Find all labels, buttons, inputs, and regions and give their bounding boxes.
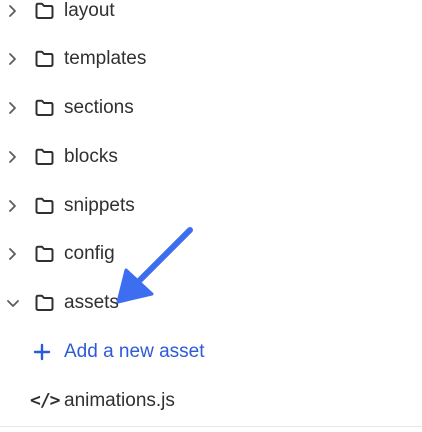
tree-item-label: blocks	[64, 146, 118, 167]
tree-item-label: config	[64, 243, 115, 264]
divider	[0, 426, 422, 427]
tree-item-sections[interactable]: sections	[0, 87, 422, 131]
file-tree: layout templates sections blocks snippet…	[0, 0, 422, 432]
tree-item-label: animations.js	[64, 390, 175, 411]
chevron-right-icon[interactable]	[6, 4, 20, 18]
tree-item-animations-js[interactable]: </> animations.js	[0, 380, 422, 424]
tree-item-templates[interactable]: templates	[0, 38, 422, 82]
tree-item-blocks[interactable]: blocks	[0, 136, 422, 180]
folder-icon	[35, 50, 54, 67]
chevron-right-icon[interactable]	[6, 52, 20, 66]
folder-icon	[35, 99, 54, 116]
folder-icon	[35, 294, 54, 311]
tree-item-label: sections	[64, 97, 134, 118]
plus-icon	[33, 343, 51, 361]
tree-item-label: snippets	[64, 195, 135, 216]
folder-icon	[35, 197, 54, 214]
chevron-right-icon[interactable]	[6, 101, 20, 115]
tree-item-label: layout	[64, 0, 115, 21]
code-file-icon: </>	[30, 390, 60, 411]
chevron-right-icon[interactable]	[6, 150, 20, 164]
chevron-right-icon[interactable]	[6, 247, 20, 261]
tree-item-assets[interactable]: assets	[0, 282, 422, 326]
tree-item-label: assets	[64, 292, 119, 313]
arrow-annotation-icon	[116, 227, 193, 304]
add-asset-label: Add a new asset	[64, 341, 205, 362]
folder-icon	[35, 148, 54, 165]
add-asset-button[interactable]: Add a new asset	[0, 331, 422, 375]
chevron-right-icon[interactable]	[6, 199, 20, 213]
folder-icon	[35, 245, 54, 262]
tree-item-config[interactable]: config	[0, 233, 422, 277]
tree-item-label: templates	[64, 48, 147, 69]
tree-item-snippets[interactable]: snippets	[0, 185, 422, 229]
tree-item-layout[interactable]: layout	[0, 0, 422, 34]
chevron-down-icon[interactable]	[6, 296, 20, 310]
folder-icon	[35, 2, 54, 19]
